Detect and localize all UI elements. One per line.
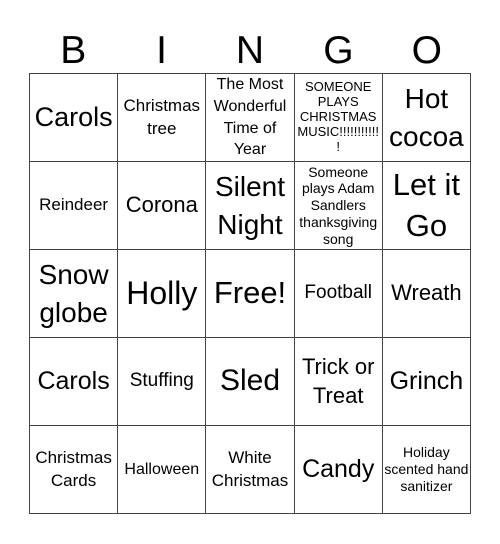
cell-text: Football	[304, 282, 372, 304]
cell-text: Holiday scented hand sanitizer	[384, 444, 469, 494]
bingo-cell[interactable]: Christmas tree	[118, 74, 207, 162]
bingo-cell[interactable]: Reindeer	[30, 162, 119, 250]
bingo-cell[interactable]: Someone plays Adam Sandlers thanksgiving…	[294, 162, 383, 250]
bingo-cell[interactable]: Candy	[294, 426, 383, 514]
bingo-cell[interactable]: Stuffing	[118, 338, 207, 426]
cell-text: Grinch	[389, 366, 464, 395]
header-letter-n: N	[235, 29, 265, 72]
bingo-cell[interactable]: Snow globe	[30, 250, 119, 338]
cell-text: Halloween	[124, 460, 200, 478]
cell-text: Trick or Treat	[301, 353, 375, 408]
header-letter-o: O	[411, 29, 442, 72]
bingo-cell[interactable]: Let it Go	[382, 162, 471, 250]
bingo-cell[interactable]: Trick or Treat	[294, 338, 383, 426]
bingo-cell[interactable]: SOMEONE PLAYS CHRISTMAS MUSIC!!!!!!!!!!!…	[294, 74, 383, 162]
cell-text: Let it Go	[392, 167, 460, 243]
cell-text: Free!	[213, 275, 287, 311]
cell-text: Silent Night	[214, 170, 286, 240]
cell-text: Christmas Cards	[35, 448, 112, 490]
bingo-cell[interactable]: Holly	[118, 250, 207, 338]
cell-text: Corona	[125, 192, 198, 218]
bingo-cell[interactable]: Hot cocoa	[382, 74, 471, 162]
header-letter-i: I	[156, 29, 168, 72]
cell-text: Holly	[126, 274, 198, 311]
bingo-cell[interactable]: Christmas Cards	[30, 426, 119, 514]
header-letter-g: G	[323, 29, 354, 72]
bingo-board: Carols Christmas tree The Most Wonderful…	[29, 73, 471, 514]
bingo-cell[interactable]: Grinch	[382, 338, 471, 426]
bingo-cell[interactable]: The Most Wonderful Time of Year	[206, 74, 295, 162]
bingo-cell[interactable]: Carols	[30, 338, 119, 426]
bingo-cell[interactable]: Halloween	[118, 426, 207, 514]
cell-text: Wreath	[391, 280, 462, 306]
bingo-cell[interactable]: Wreath	[382, 250, 471, 338]
bingo-cell[interactable]: Corona	[118, 162, 207, 250]
cell-text: Snow globe	[38, 258, 109, 328]
bingo-cell free-space[interactable]: Free!	[206, 250, 295, 338]
cell-text: The Most Wonderful Time of Year	[213, 76, 287, 159]
bingo-cell[interactable]: White Christmas	[206, 426, 295, 514]
bingo-cell[interactable]: Football	[294, 250, 383, 338]
header-letter-b: B	[60, 29, 87, 72]
cell-text: Stuffing	[129, 370, 194, 392]
bingo-cell[interactable]: Sled	[206, 338, 295, 426]
bingo-header: B I N G O	[29, 28, 471, 73]
cell-text: Sled	[219, 364, 281, 398]
bingo-cell[interactable]: Carols	[30, 74, 119, 162]
cell-text: Candy	[302, 454, 375, 483]
bingo-cell[interactable]: Holiday scented hand sanitizer	[382, 426, 471, 514]
cell-text: Someone plays Adam Sandlers thanksgiving…	[299, 163, 378, 247]
cell-text: Reindeer	[39, 195, 109, 215]
bingo-cell[interactable]: Silent Night	[206, 162, 295, 250]
cell-text: Christmas tree	[123, 96, 201, 138]
cell-text: Carols	[34, 101, 113, 132]
cell-text: Hot cocoa	[389, 82, 464, 152]
cell-text: Carols	[37, 366, 110, 395]
cell-text: SOMEONE PLAYS CHRISTMAS MUSIC!!!!!!!!!!!…	[297, 79, 379, 154]
cell-text: White Christmas	[211, 448, 289, 490]
